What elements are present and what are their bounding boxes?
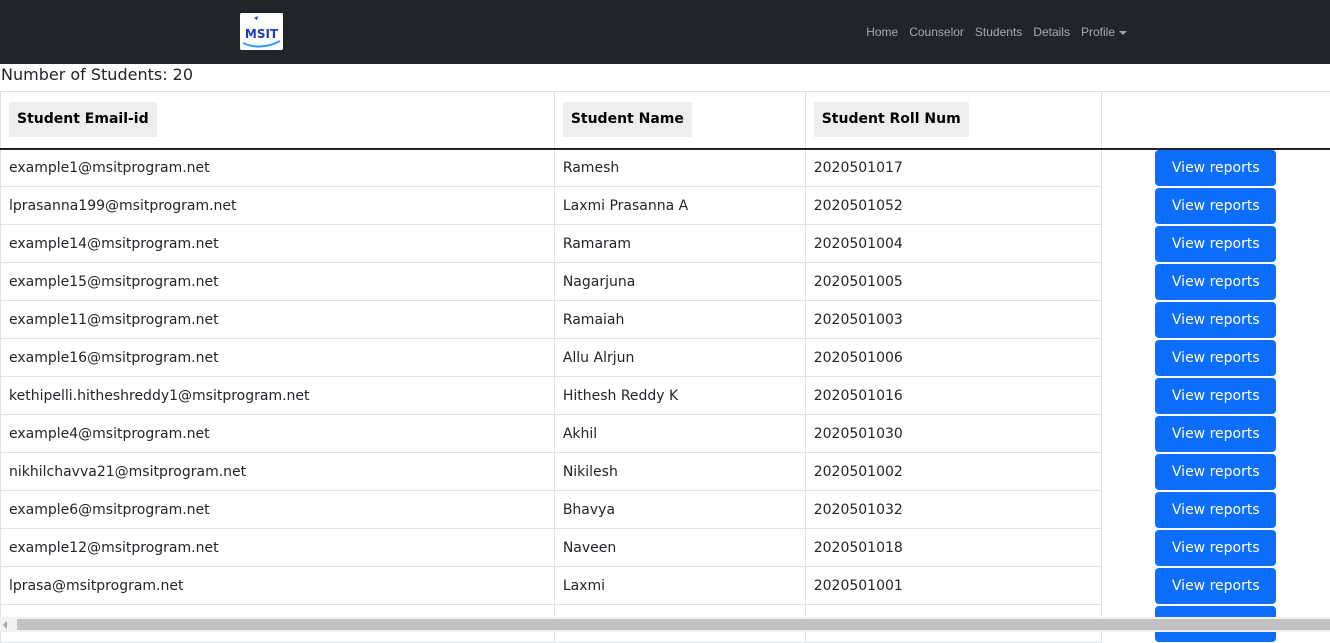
nav-link-home[interactable]: Home	[866, 25, 898, 39]
cell-action: View reports	[1101, 529, 1330, 567]
cell-email: example16@msitprogram.net	[1, 339, 555, 377]
view-reports-button[interactable]: View reports	[1155, 568, 1276, 604]
table-row: lprasanna199@msitprogram.netLaxmi Prasan…	[1, 187, 1330, 225]
profile-dropdown[interactable]: Profile	[1081, 25, 1127, 39]
cell-action: View reports	[1101, 567, 1330, 605]
cell-name: Ramaiah	[554, 301, 805, 339]
table-row: lprasa@msitprogram.netLaxmi2020501001 Vie…	[1, 567, 1330, 605]
cell-name: Ramesh	[554, 149, 805, 187]
cell-action: View reports	[1101, 453, 1330, 491]
cell-email: lprasa@msitprogram.net	[1, 567, 555, 605]
cell-roll: 2020501004	[805, 225, 1101, 263]
profile-label: Profile	[1081, 25, 1115, 39]
student-count: Number of Students: 20	[1, 65, 193, 87]
header-action	[1101, 92, 1330, 149]
cell-email: lprasanna199@msitprogram.net	[1, 187, 555, 225]
cell-roll: 2020501018	[805, 529, 1101, 567]
table-row: example1@msitprogram.netRamesh2020501017…	[1, 149, 1330, 187]
cell-email: example1@msitprogram.net	[1, 149, 555, 187]
cell-action: View reports	[1101, 187, 1330, 225]
cell-email: example12@msitprogram.net	[1, 529, 555, 567]
header-roll: Student Roll Num	[805, 92, 1101, 149]
table-row: example4@msitprogram.netAkhil2020501030 V…	[1, 415, 1330, 453]
cell-name: Nagarjuna	[554, 263, 805, 301]
header-name: Student Name	[554, 92, 805, 149]
cell-action: View reports	[1101, 339, 1330, 377]
cell-email: example14@msitprogram.net	[1, 225, 555, 263]
cell-email: example15@msitprogram.net	[1, 263, 555, 301]
table-row: example11@msitprogram.netRamaiah20205010…	[1, 301, 1330, 339]
caret-down-icon	[1119, 31, 1127, 35]
table-row: nikhilchavva21@msitprogram.netNikilesh20…	[1, 453, 1330, 491]
header-name-label: Student Name	[563, 102, 692, 137]
nav-link-details[interactable]: Details	[1033, 25, 1070, 39]
cell-name: Ramaram	[554, 225, 805, 263]
cell-name: Nikilesh	[554, 453, 805, 491]
cell-email: example6@msitprogram.net	[1, 491, 555, 529]
cell-roll: 2020501030	[805, 415, 1101, 453]
cell-action: View reports	[1101, 149, 1330, 187]
cell-name: Laxmi	[554, 567, 805, 605]
scroll-left-arrow-icon[interactable]	[3, 621, 7, 629]
table-row: example6@msitprogram.netBhavya2020501032…	[1, 491, 1330, 529]
header-email-label: Student Email-id	[9, 102, 157, 137]
cell-name: Hithesh Reddy K	[554, 377, 805, 415]
view-reports-button[interactable]: View reports	[1155, 188, 1276, 224]
cell-name: Naveen	[554, 529, 805, 567]
table-row: example14@msitprogram.netRamaram20205010…	[1, 225, 1330, 263]
view-reports-button[interactable]: View reports	[1155, 378, 1276, 414]
cell-roll: 2020501003	[805, 301, 1101, 339]
view-reports-button[interactable]: View reports	[1155, 454, 1276, 490]
cell-action: View reports	[1101, 301, 1330, 339]
cell-roll: 2020501002	[805, 453, 1101, 491]
cell-action: View reports	[1101, 263, 1330, 301]
cell-roll: 2020501016	[805, 377, 1101, 415]
cell-email: kethipelli.hitheshreddy1@msitprogram.net	[1, 377, 555, 415]
top-navbar: MSIT Home Counselor Students Details Pro…	[0, 0, 1330, 64]
view-reports-button[interactable]: View reports	[1155, 340, 1276, 376]
table-header-row: Student Email-id Student Name Student Ro…	[1, 92, 1330, 149]
nav-links: Home Counselor Students Details Profile	[866, 0, 1127, 64]
cell-roll: 2020501001	[805, 567, 1101, 605]
cell-roll: 2020501052	[805, 187, 1101, 225]
scrollbar-thumb[interactable]	[17, 619, 1330, 630]
table-row: example16@msitprogram.netAllu Alrjun2020…	[1, 339, 1330, 377]
table-row: example15@msitprogram.netNagarjuna202050…	[1, 263, 1330, 301]
view-reports-button[interactable]: View reports	[1155, 492, 1276, 528]
cell-name: Allu Alrjun	[554, 339, 805, 377]
header-email: Student Email-id	[1, 92, 555, 149]
table-row: kethipelli.hitheshreddy1@msitprogram.net…	[1, 377, 1330, 415]
cell-email: nikhilchavva21@msitprogram.net	[1, 453, 555, 491]
cell-email: example11@msitprogram.net	[1, 301, 555, 339]
view-reports-button[interactable]: View reports	[1155, 530, 1276, 566]
cell-name: Laxmi Prasanna A	[554, 187, 805, 225]
cell-roll: 2020501017	[805, 149, 1101, 187]
nav-link-counselor[interactable]: Counselor	[909, 25, 964, 39]
table-row: example12@msitprogram.netNaveen202050101…	[1, 529, 1330, 567]
cell-roll: 2020501032	[805, 491, 1101, 529]
cell-roll: 2020501005	[805, 263, 1101, 301]
students-table: Student Email-id Student Name Student Ro…	[0, 91, 1330, 643]
view-reports-button[interactable]: View reports	[1155, 226, 1276, 262]
header-roll-label: Student Roll Num	[814, 102, 969, 137]
cell-roll: 2020501006	[805, 339, 1101, 377]
cell-action: View reports	[1101, 491, 1330, 529]
cell-name: Bhavya	[554, 491, 805, 529]
cell-name: Akhil	[554, 415, 805, 453]
msit-logo-icon[interactable]: MSIT	[240, 13, 283, 50]
view-reports-button[interactable]: View reports	[1155, 264, 1276, 300]
horizontal-scrollbar[interactable]	[0, 617, 1330, 632]
svg-text:MSIT: MSIT	[245, 27, 279, 41]
cell-email: example4@msitprogram.net	[1, 415, 555, 453]
cell-action: View reports	[1101, 377, 1330, 415]
view-reports-button[interactable]: View reports	[1155, 150, 1276, 186]
cell-action: View reports	[1101, 415, 1330, 453]
view-reports-button[interactable]: View reports	[1155, 416, 1276, 452]
nav-link-students[interactable]: Students	[975, 25, 1022, 39]
view-reports-button[interactable]: View reports	[1155, 302, 1276, 338]
cell-action: View reports	[1101, 225, 1330, 263]
